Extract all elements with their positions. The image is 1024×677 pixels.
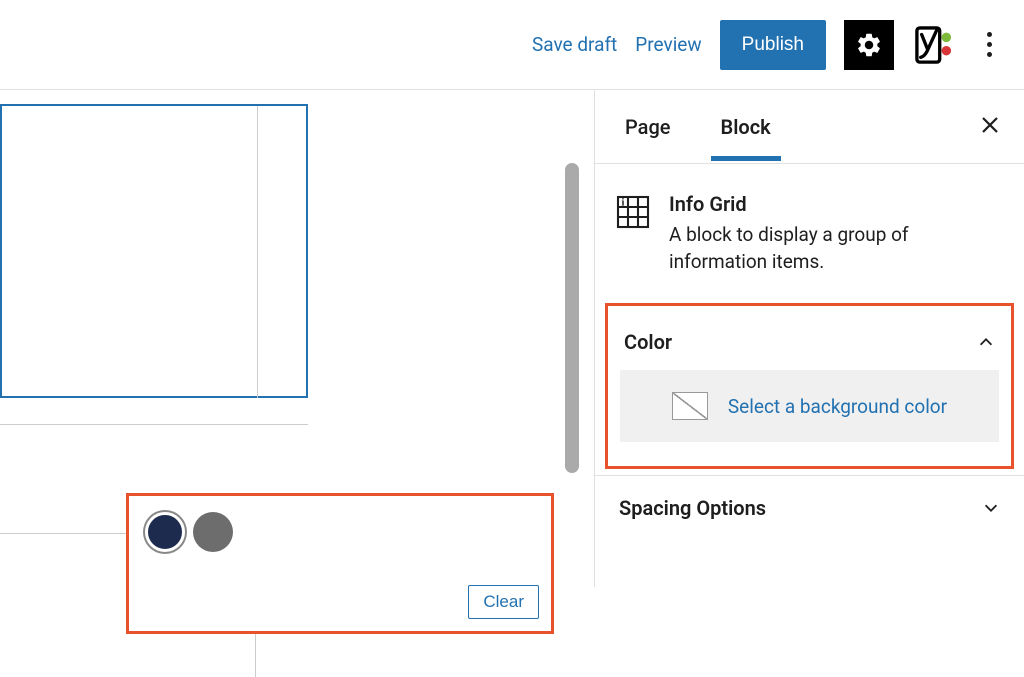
more-icon [987, 32, 992, 57]
gear-icon [855, 31, 883, 59]
scrollbar[interactable] [565, 95, 579, 475]
spacing-panel-title: Spacing Options [619, 496, 766, 520]
select-background-color-button[interactable]: Select a background color [620, 370, 999, 442]
color-panel-title: Color [624, 330, 672, 354]
color-swatches [141, 508, 539, 556]
editor-canvas[interactable]: Clear [0, 90, 590, 587]
publish-button[interactable]: Publish [720, 20, 826, 70]
more-options-button[interactable] [974, 20, 1004, 70]
select-bg-label: Select a background color [728, 395, 947, 418]
chevron-down-icon [982, 499, 1000, 517]
color-picker-popover: Clear [126, 493, 554, 634]
svg-text:i: i [621, 198, 624, 209]
yoast-icon [915, 26, 953, 64]
block-info-panel: i Info Grid A block to display a group o… [595, 164, 1024, 303]
chevron-up-icon [977, 333, 995, 351]
color-swatch-gray[interactable] [193, 512, 233, 552]
close-icon [980, 115, 1000, 135]
close-sidebar-button[interactable] [980, 113, 1000, 141]
yoast-button[interactable] [912, 23, 956, 67]
color-panel: Color Select a background color [605, 303, 1014, 469]
empty-swatch-icon [672, 392, 708, 420]
tab-block[interactable]: Block [711, 93, 781, 161]
settings-button[interactable] [844, 20, 894, 70]
spacing-panel-toggle[interactable]: Spacing Options [595, 475, 1024, 540]
block-description: A block to display a group of informatio… [669, 222, 1004, 275]
color-swatch-navy[interactable] [145, 512, 185, 552]
info-grid-icon: i [615, 194, 651, 230]
block-title: Info Grid [669, 192, 1004, 216]
tab-page[interactable]: Page [615, 93, 681, 161]
block-column [257, 106, 310, 398]
sidebar-tabs: Page Block [595, 90, 1024, 164]
preview-button[interactable]: Preview [635, 33, 701, 56]
color-panel-toggle[interactable]: Color [620, 314, 999, 370]
scrollbar-thumb[interactable] [565, 163, 579, 473]
clear-color-button[interactable]: Clear [468, 585, 539, 619]
save-draft-button[interactable]: Save draft [532, 33, 617, 56]
settings-sidebar: Page Block i Info Grid A block to displa… [594, 90, 1024, 587]
editor-toolbar: Save draft Preview Publish [0, 0, 1024, 90]
selected-block[interactable] [0, 104, 308, 398]
